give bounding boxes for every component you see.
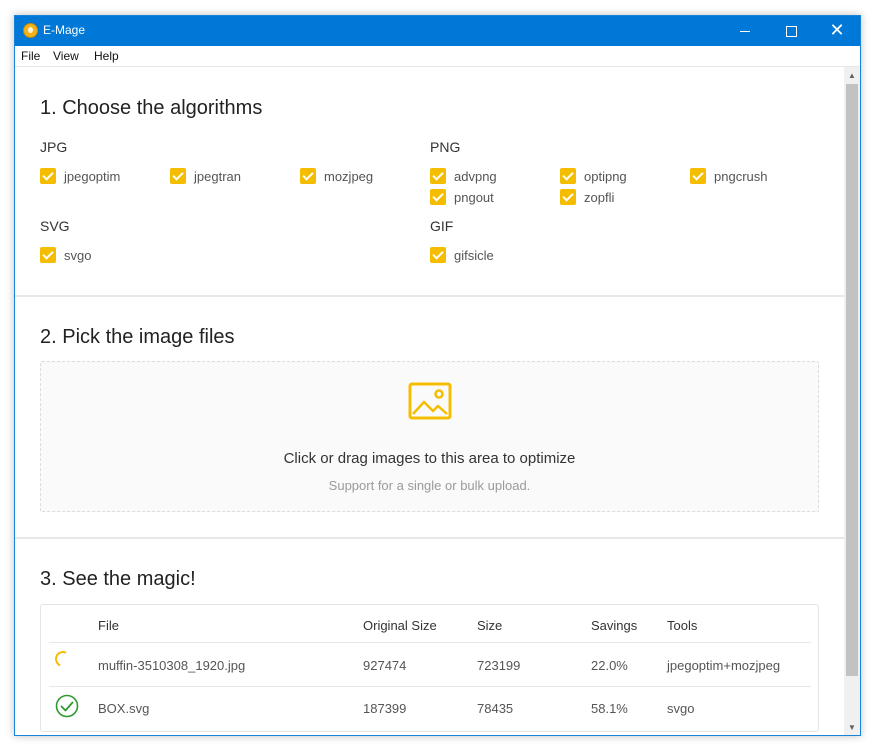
menu-bar: File View Help xyxy=(15,46,860,67)
checkbox-label: advpng xyxy=(454,168,497,184)
close-icon: ✕ xyxy=(829,20,845,41)
checkbox-checked-icon xyxy=(170,168,186,184)
dropzone-hint: Support for a single or bulk upload. xyxy=(328,478,531,493)
cell-original-size: 187399 xyxy=(363,701,407,716)
checkbox-label: jpegtran xyxy=(194,168,241,184)
menu-file[interactable]: File xyxy=(21,49,40,63)
checkbox-label: jpegoptim xyxy=(64,168,121,184)
dropzone-text: Click or drag images to this area to opt… xyxy=(283,450,576,467)
checkbox-pngout[interactable]: pngout xyxy=(430,189,494,205)
group-png-label: PNG xyxy=(430,139,461,155)
maximize-icon xyxy=(785,25,797,37)
minimize-button[interactable] xyxy=(722,16,768,46)
scrollbar-thumb[interactable] xyxy=(846,84,858,676)
scroll-up-arrow-icon[interactable]: ▲ xyxy=(844,67,860,83)
column-header-original-size[interactable]: Original Size xyxy=(363,618,437,633)
group-jpg-label: JPG xyxy=(40,139,68,155)
cell-size: 723199 xyxy=(477,658,521,673)
checkbox-checked-icon xyxy=(430,168,446,184)
cell-savings: 58.1% xyxy=(591,701,628,716)
window-title: E-Mage xyxy=(43,23,86,37)
column-header-size[interactable]: Size xyxy=(477,618,502,633)
column-header-savings[interactable]: Savings xyxy=(591,618,637,633)
cell-file: BOX.svg xyxy=(98,701,150,716)
checkbox-checked-icon xyxy=(430,189,446,205)
group-gif-label: GIF xyxy=(430,218,454,234)
checkbox-zopfli[interactable]: zopfli xyxy=(560,189,614,205)
checkbox-pngcrush[interactable]: pngcrush xyxy=(690,168,767,184)
checkbox-svgo[interactable]: svgo xyxy=(40,247,91,263)
close-button[interactable]: ✕ xyxy=(814,16,860,46)
checkbox-checked-icon xyxy=(430,247,446,263)
title-bar[interactable]: E-Mage ✕ xyxy=(15,16,860,46)
cell-size: 78435 xyxy=(477,701,514,716)
checkbox-label: gifsicle xyxy=(454,247,494,263)
loading-spinner-icon xyxy=(52,648,74,670)
picture-icon xyxy=(408,382,452,420)
checkbox-checked-icon xyxy=(40,247,56,263)
checkbox-advpng[interactable]: advpng xyxy=(430,168,497,184)
minimize-icon xyxy=(740,30,750,32)
column-header-file[interactable]: File xyxy=(98,618,119,633)
section-algorithms-title: 1. Choose the algorithms xyxy=(40,97,263,119)
checkbox-label: mozjpeg xyxy=(324,168,374,184)
checkbox-optipng[interactable]: optipng xyxy=(560,168,627,184)
checkbox-gifsicle[interactable]: gifsicle xyxy=(430,247,494,263)
section-files-title: 2. Pick the image files xyxy=(40,326,235,348)
checkbox-label: optipng xyxy=(584,168,627,184)
maximize-button[interactable] xyxy=(768,16,814,46)
checkbox-checked-icon xyxy=(690,168,706,184)
row-divider xyxy=(49,642,811,643)
checkbox-jpegtran[interactable]: jpegtran xyxy=(170,168,241,184)
checkbox-checked-icon xyxy=(40,168,56,184)
cell-savings: 22.0% xyxy=(591,658,628,673)
checkbox-mozjpeg[interactable]: mozjpeg xyxy=(300,168,373,184)
checkbox-checked-icon xyxy=(560,168,576,184)
section-results-title: 3. See the magic! xyxy=(40,568,196,590)
checkbox-label: pngout xyxy=(454,189,494,205)
checkbox-label: svgo xyxy=(64,247,92,263)
cell-tools: svgo xyxy=(667,701,695,716)
app-icon xyxy=(23,23,38,38)
vertical-scrollbar[interactable]: ▲ ▼ xyxy=(844,67,860,735)
upload-dropzone[interactable]: Click or drag images to this area to opt… xyxy=(40,361,819,512)
cell-tools: jpegoptim+mozjpeg xyxy=(667,658,781,673)
checkbox-label: zopfli xyxy=(584,189,615,205)
menu-help[interactable]: Help xyxy=(94,49,119,63)
checkbox-jpegoptim[interactable]: jpegoptim xyxy=(40,168,120,184)
scroll-down-arrow-icon[interactable]: ▼ xyxy=(844,719,860,735)
column-header-tools[interactable]: Tools xyxy=(667,618,697,633)
group-svg-label: SVG xyxy=(40,218,70,234)
checkbox-checked-icon xyxy=(300,168,316,184)
check-circle-icon xyxy=(55,694,79,718)
section-divider xyxy=(15,295,845,297)
menu-view[interactable]: View xyxy=(53,49,79,63)
checkbox-label: pngcrush xyxy=(714,168,768,184)
checkbox-checked-icon xyxy=(560,189,576,205)
main-content: 1. Choose the algorithms JPG jpegoptim j… xyxy=(15,67,845,735)
row-divider xyxy=(49,686,811,687)
results-table: File Original Size Size Savings Tools mu… xyxy=(40,604,819,732)
app-window: E-Mage ✕ File View Help 1. Choose the al… xyxy=(14,15,861,736)
cell-file: muffin-3510308_1920.jpg xyxy=(98,658,246,673)
section-divider xyxy=(15,537,845,539)
cell-original-size: 927474 xyxy=(363,658,407,673)
